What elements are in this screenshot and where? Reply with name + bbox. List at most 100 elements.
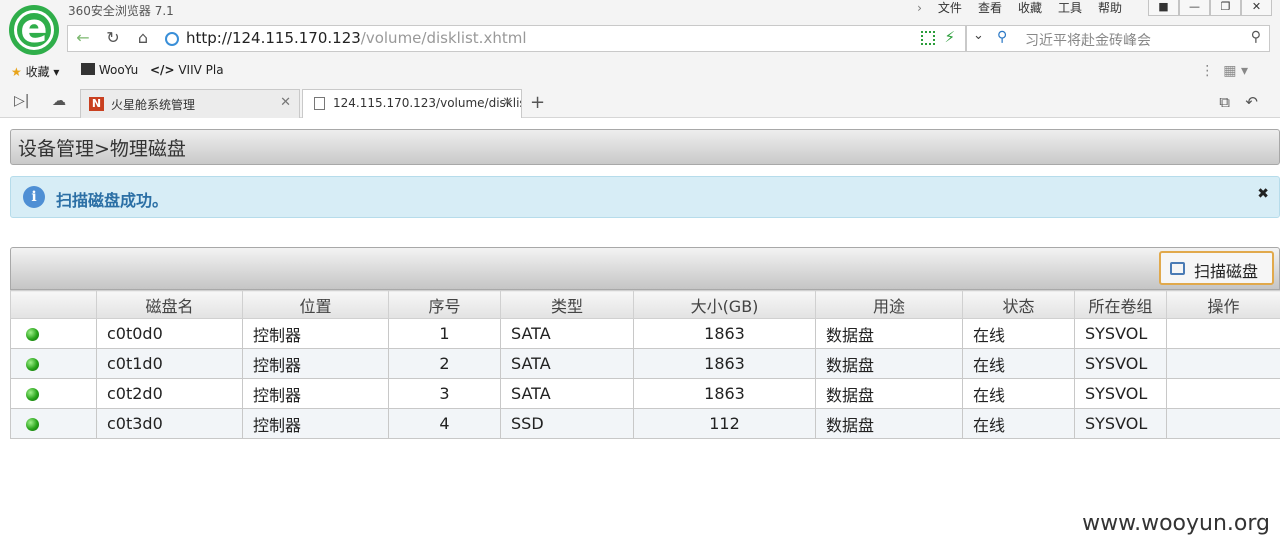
search-engine-icon[interactable]: ⚲ xyxy=(997,29,1007,45)
page-title: 设备管理>物理磁盘 xyxy=(10,129,1280,165)
apps-grid-icon[interactable]: ⋮ ▦ ▾ xyxy=(1200,63,1248,79)
page-icon xyxy=(314,97,325,110)
online-status-icon xyxy=(26,328,39,341)
menu-file[interactable]: 文件 xyxy=(930,0,970,16)
status-light-cell xyxy=(10,378,97,409)
type-cell: SSD xyxy=(500,408,634,439)
qr-code-icon[interactable] xyxy=(921,31,935,45)
disk-name-cell: c0t0d0 xyxy=(96,318,243,349)
location-cell: 控制器 xyxy=(242,378,389,409)
scan-icon xyxy=(1170,262,1185,275)
back-icon[interactable]: ← xyxy=(68,26,98,51)
index-cell: 1 xyxy=(388,318,501,349)
url-path: /volume/disklist.xhtml xyxy=(360,29,527,47)
restore-button[interactable]: ❐ xyxy=(1210,0,1241,16)
wooyu-favicon-icon xyxy=(81,63,95,75)
volume-group-cell: SYSVOL xyxy=(1074,318,1167,349)
column-header-disk-name[interactable]: 磁盘名 xyxy=(96,290,243,319)
skin-icon[interactable]: ■ xyxy=(1148,0,1179,16)
bookmark-wooyu-label: WooYu xyxy=(98,63,139,77)
bookmark-favorites[interactable]: ★ 收藏 ▾ xyxy=(11,63,59,80)
close-window-button[interactable]: ✕ xyxy=(1241,0,1272,16)
status-cell: 在线 xyxy=(962,318,1075,349)
table-row[interactable]: c0t2d0 控制器 3 SATA 1863 数据盘 在线 SYSVOL xyxy=(10,378,1280,409)
table-row[interactable]: c0t1d0 控制器 2 SATA 1863 数据盘 在线 SYSVOL xyxy=(10,348,1280,379)
online-status-icon xyxy=(26,358,39,371)
cloud-icon[interactable]: ☁ xyxy=(52,93,66,109)
star-icon: ★ xyxy=(11,65,22,79)
tab-label: 火星舱系统管理 xyxy=(111,98,196,112)
actions-cell xyxy=(1166,318,1280,349)
url-host: http://124.115.170.123 xyxy=(186,29,361,47)
window-controls: ■ — ❐ ✕ xyxy=(1148,0,1272,16)
menu-favorites[interactable]: 收藏 xyxy=(1010,0,1050,16)
actions-cell xyxy=(1166,378,1280,409)
speed-mode-icon[interactable]: ⚡ xyxy=(944,28,955,46)
menu-expand-icon[interactable]: › xyxy=(909,0,930,16)
tab-disklist[interactable]: 124.115.170.123/volume/disklist.xhtml ✕ xyxy=(302,89,522,118)
minimize-button[interactable]: — xyxy=(1179,0,1210,16)
size-cell: 1863 xyxy=(633,378,816,409)
menu-tools[interactable]: 工具 xyxy=(1050,0,1090,16)
index-cell: 2 xyxy=(388,348,501,379)
column-header-volume-group[interactable]: 所在卷组 xyxy=(1074,290,1167,319)
column-header-location[interactable]: 位置 xyxy=(242,290,389,319)
disk-name-cell: c0t1d0 xyxy=(96,348,243,379)
size-cell: 112 xyxy=(633,408,816,439)
table-row[interactable]: c0t3d0 控制器 4 SSD 112 数据盘 在线 SYSVOL xyxy=(10,408,1280,439)
column-header-size[interactable]: 大小(GB) xyxy=(633,290,816,319)
search-dropdown-icon[interactable]: ⌄ xyxy=(973,28,984,43)
volume-group-cell: SYSVOL xyxy=(1074,378,1167,409)
scan-disks-label: 扫描磁盘 xyxy=(1194,262,1259,281)
location-cell: 控制器 xyxy=(242,408,389,439)
online-status-icon xyxy=(26,418,39,431)
status-light-cell xyxy=(10,318,97,349)
app-title: 360安全浏览器 7.1 xyxy=(68,4,174,18)
status-cell: 在线 xyxy=(962,348,1075,379)
menu-view[interactable]: 查看 xyxy=(970,0,1010,16)
usage-cell: 数据盘 xyxy=(815,408,963,439)
status-cell: 在线 xyxy=(962,378,1075,409)
disk-name-cell: c0t2d0 xyxy=(96,378,243,409)
url-text[interactable]: http://124.115.170.123/volume/disklist.x… xyxy=(186,29,527,47)
scan-disks-button[interactable]: 扫描磁盘 xyxy=(1159,251,1274,285)
close-tab-icon[interactable]: ✕ xyxy=(502,95,513,110)
menu-help[interactable]: 帮助 xyxy=(1090,0,1130,16)
address-bar[interactable]: ← ↻ ⌂ http://124.115.170.123/volume/disk… xyxy=(67,25,966,52)
tab-list-icon[interactable]: ⧉ xyxy=(1219,93,1230,111)
tab-system-admin[interactable]: N 火星舱系统管理 ✕ xyxy=(80,89,300,118)
bookmark-wooyu[interactable]: WooYu xyxy=(81,63,138,77)
column-header-status[interactable]: 状态 xyxy=(962,290,1075,319)
search-bar[interactable]: ⌄ ⚲ 习近平将赴金砖峰会 ⚲ xyxy=(966,25,1270,52)
sidebar-toggle-icon[interactable]: ▷| xyxy=(14,93,29,109)
size-cell: 1863 xyxy=(633,348,816,379)
table-row[interactable]: c0t0d0 控制器 1 SATA 1863 数据盘 在线 SYSVOL xyxy=(10,318,1280,349)
column-header-index[interactable]: 序号 xyxy=(388,290,501,319)
column-header-usage[interactable]: 用途 xyxy=(815,290,963,319)
new-tab-icon[interactable]: + xyxy=(530,92,545,113)
column-header-actions: 操作 xyxy=(1166,290,1280,319)
status-cell: 在线 xyxy=(962,408,1075,439)
home-icon[interactable]: ⌂ xyxy=(128,26,158,51)
index-cell: 4 xyxy=(388,408,501,439)
column-header-type[interactable]: 类型 xyxy=(500,290,634,319)
type-cell: SATA xyxy=(500,378,634,409)
status-light-cell xyxy=(10,408,97,439)
table-toolbar: 扫描磁盘 xyxy=(10,247,1280,290)
bookmark-viiv[interactable]: </> VIIV Pla xyxy=(150,63,224,77)
size-cell: 1863 xyxy=(633,318,816,349)
location-cell: 控制器 xyxy=(242,318,389,349)
index-cell: 3 xyxy=(388,378,501,409)
close-tab-icon[interactable]: ✕ xyxy=(280,95,291,110)
site-security-icon xyxy=(165,32,179,46)
column-header-status-light xyxy=(10,290,97,319)
search-icon[interactable]: ⚲ xyxy=(1251,29,1261,45)
success-notice: i 扫描磁盘成功。 ✖ xyxy=(10,176,1280,218)
status-light-cell xyxy=(10,348,97,379)
refresh-icon[interactable]: ↻ xyxy=(98,26,128,51)
undo-close-icon[interactable]: ↶ xyxy=(1245,93,1258,111)
close-icon[interactable]: ✖ xyxy=(1257,186,1269,202)
tab-strip: ▷| ☁ N 火星舱系统管理 ✕ 124.115.170.123/volume/… xyxy=(0,89,1280,118)
site-favicon-icon: N xyxy=(89,97,104,111)
notice-message: 扫描磁盘成功。 xyxy=(56,191,169,210)
